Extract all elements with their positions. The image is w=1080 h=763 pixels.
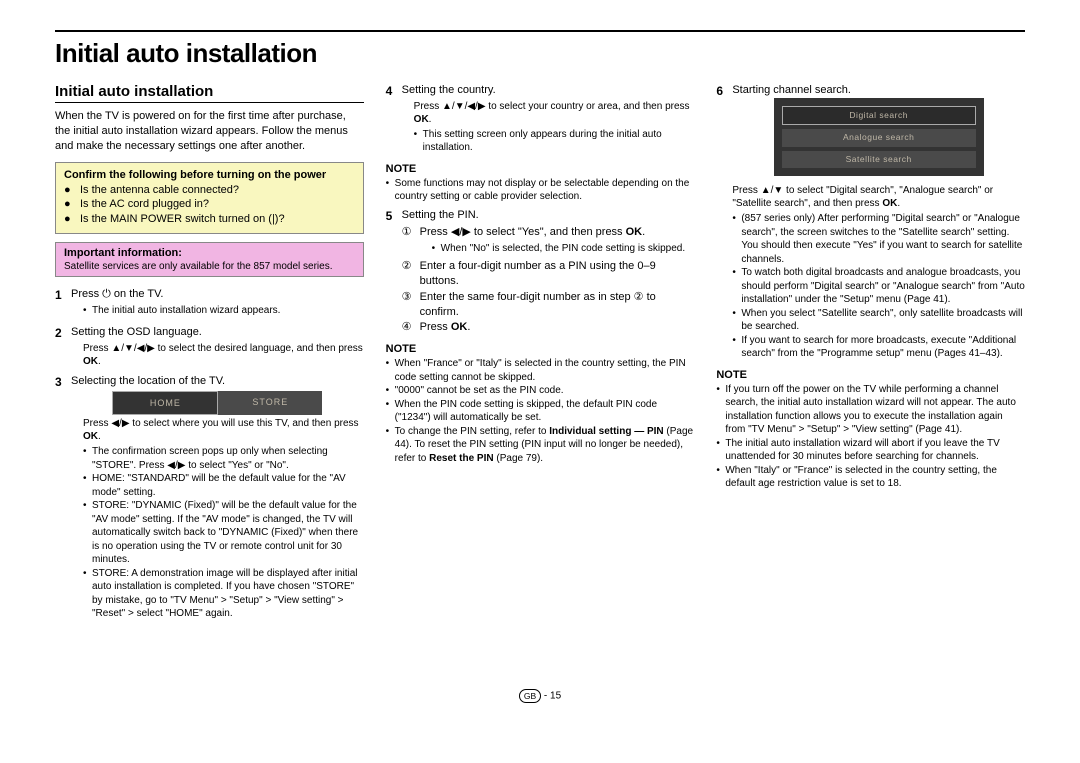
sub-list: (857 series only) After performing "Digi… — [732, 212, 1025, 361]
step-number: 2 — [55, 325, 71, 370]
column-3: 6 Starting channel search. Digital searc… — [716, 83, 1025, 495]
step-instruction: Press ▲/▼/◀/▶ to select your country or … — [414, 100, 695, 126]
circ-text: Enter a four-digit number as a PIN using… — [420, 260, 656, 287]
note-heading: NOTE — [716, 369, 1025, 381]
steps-col2: 4 Setting the country. Press ▲/▼/◀/▶ to … — [386, 83, 695, 159]
sub-bullet: STORE: "DYNAMIC (Fixed)" will be the def… — [83, 499, 364, 567]
step-instruction: Press ▲/▼/◀/▶ to select the desired lang… — [83, 342, 364, 368]
digital-search-option: Digital search — [782, 106, 976, 125]
note-list: If you turn off the power on the TV whil… — [716, 383, 1025, 491]
note-item: Some functions may not display or be sel… — [386, 177, 695, 204]
gb-badge: GB — [519, 689, 541, 703]
rule-top — [55, 30, 1025, 32]
confirm-box-title: Confirm the following before turning on … — [64, 169, 355, 181]
important-box: Important information: Satellite service… — [55, 242, 364, 277]
page-title: Initial auto installation — [55, 38, 1025, 69]
sub-bullet: When "No" is selected, the PIN code sett… — [432, 242, 695, 256]
steps-col2b: 5 Setting the PIN. ① Press ◀/▶ to select… — [386, 208, 695, 339]
step-number: 5 — [386, 208, 402, 339]
sub-bullet: HOME: "STANDARD" will be the default val… — [83, 472, 364, 499]
confirm-item: Is the antenna cable connected? — [64, 183, 355, 198]
manual-page: Initial auto installation Initial auto i… — [0, 0, 1080, 733]
step-text: Starting channel search. — [732, 84, 851, 96]
sub-bullet: The initial auto installation wizard app… — [83, 304, 364, 318]
step-instruction: Press ◀/▶ to select where you will use t… — [83, 417, 364, 443]
note-item: To change the PIN setting, refer to Indi… — [386, 425, 695, 466]
note-list: When "France" or "Italy" is selected in … — [386, 357, 695, 465]
step-number: 1 — [55, 287, 71, 321]
note-list: Some functions may not display or be sel… — [386, 177, 695, 204]
step-text: Selecting the location of the TV. — [71, 375, 225, 387]
confirm-list: Is the antenna cable connected? Is the A… — [64, 183, 355, 228]
search-panel: Digital search Analogue search Satellite… — [774, 98, 984, 176]
note-item: If you turn off the power on the TV whil… — [716, 383, 1025, 437]
circled-steps: ① Press ◀/▶ to select "Yes", and then pr… — [402, 225, 695, 336]
step-number: 4 — [386, 83, 402, 159]
circled-3-icon: ③ — [402, 290, 412, 305]
note-item: When "France" or "Italy" is selected in … — [386, 357, 695, 384]
page-footer: GB - 15 — [55, 689, 1025, 703]
note-item: When the PIN code setting is skipped, th… — [386, 398, 695, 425]
confirm-item: Is the AC cord plugged in? — [64, 197, 355, 212]
column-2: 4 Setting the country. Press ▲/▼/◀/▶ to … — [386, 83, 695, 469]
note-item: The initial auto installation wizard wil… — [716, 437, 1025, 464]
section-heading: Initial auto installation — [55, 83, 364, 103]
circled-4-icon: ④ — [402, 320, 412, 335]
circ-text: Enter the same four-digit number as in s… — [420, 291, 656, 318]
sub-bullet: This setting screen only appears during … — [414, 128, 695, 155]
step-number: 3 — [55, 374, 71, 624]
steps-col1: 1 Press ⏻ on the TV. The initial auto in… — [55, 287, 364, 625]
step-instruction: Press ▲/▼ to select "Digital search", "A… — [732, 184, 1025, 210]
page-number: - 15 — [544, 690, 561, 701]
sub-bullet: (857 series only) After performing "Digi… — [732, 212, 1025, 266]
note-heading: NOTE — [386, 163, 695, 175]
important-box-title: Important information: — [64, 247, 355, 259]
steps-col3: 6 Starting channel search. Digital searc… — [716, 83, 1025, 365]
step-text: Setting the country. — [402, 84, 496, 96]
home-store-panel: HOME STORE — [112, 391, 322, 415]
circled-2-icon: ② — [402, 259, 412, 274]
home-option: HOME — [112, 391, 218, 415]
step-text: Press ⏻ on the TV. — [71, 288, 163, 300]
confirm-item: Is the MAIN POWER switch turned on (|)? — [64, 212, 355, 227]
important-box-text: Satellite services are only available fo… — [64, 261, 355, 272]
three-columns: Initial auto installation When the TV is… — [55, 83, 1025, 629]
circ-text: Press OK. — [420, 321, 471, 333]
analogue-search-option: Analogue search — [782, 129, 976, 146]
note-heading: NOTE — [386, 343, 695, 355]
satellite-search-option: Satellite search — [782, 151, 976, 168]
intro-text: When the TV is powered on for the first … — [55, 109, 364, 154]
column-1: Initial auto installation When the TV is… — [55, 83, 364, 629]
sub-bullet: The confirmation screen pops up only whe… — [83, 445, 364, 472]
note-item: When "Italy" or "France" is selected in … — [716, 464, 1025, 491]
sub-bullet: STORE: A demonstration image will be dis… — [83, 567, 364, 621]
store-option: STORE — [218, 391, 322, 415]
step-text: Setting the OSD language. — [71, 326, 202, 338]
sub-bullet: If you want to search for more broadcast… — [732, 334, 1025, 361]
circ-text: Press ◀/▶ to select "Yes", and then pres… — [420, 226, 646, 238]
confirm-box: Confirm the following before turning on … — [55, 162, 364, 235]
sub-bullet: To watch both digital broadcasts and ana… — [732, 266, 1025, 307]
step-text: Setting the PIN. — [402, 209, 479, 221]
note-item: "0000" cannot be set as the PIN code. — [386, 384, 695, 398]
sub-bullet: When you select "Satellite search", only… — [732, 307, 1025, 334]
step-number: 6 — [716, 83, 732, 365]
circled-1-icon: ① — [402, 225, 412, 240]
